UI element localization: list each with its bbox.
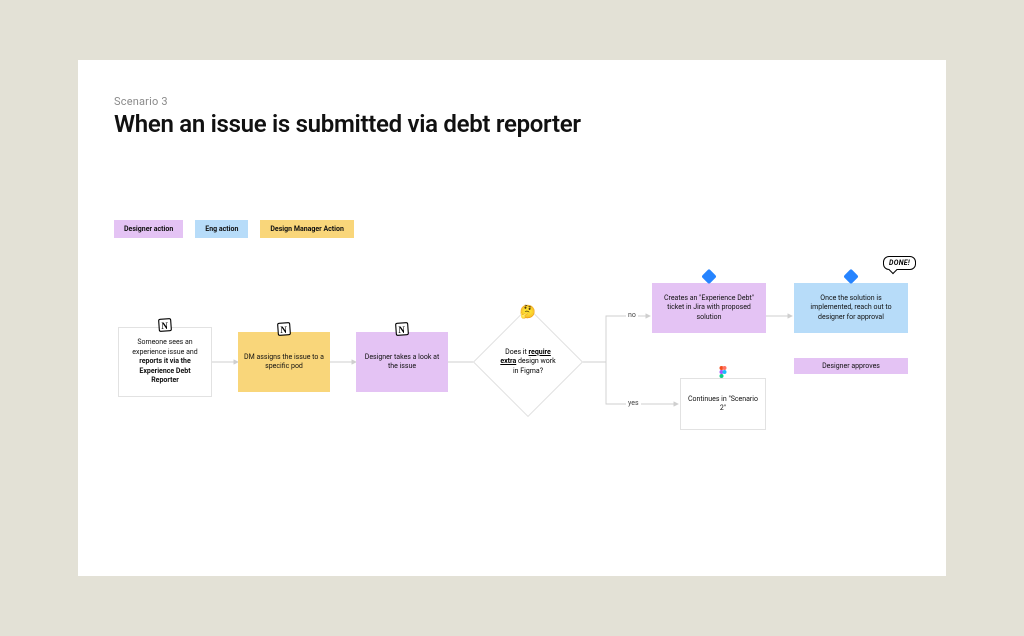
node-create-ticket: Creates an "Experience Debt" ticket in J…	[652, 283, 766, 333]
node-report-bold: reports it via the Experience Debt Repor…	[139, 357, 191, 384]
notion-icon: N	[395, 322, 409, 336]
edge-label-no: no	[626, 310, 638, 320]
jira-icon	[843, 269, 859, 285]
node-assign-text: DM assigns the issue to a specific pod	[244, 353, 324, 372]
svg-text:N: N	[161, 321, 168, 331]
figma-icon	[719, 366, 727, 380]
node-implemented-text: Once the solution is implemented, reach …	[800, 294, 902, 322]
edge-label-yes: yes	[626, 398, 641, 408]
node-report-pre: Someone sees an experience issue and	[132, 338, 197, 355]
thinking-emoji-icon: 🤔	[520, 305, 536, 320]
node-continue: Continues in "Scenario 2"	[680, 378, 766, 430]
node-decision: 🤔 Does it require extra design work in F…	[489, 323, 567, 401]
node-assign: N DM assigns the issue to a specific pod	[238, 332, 330, 392]
node-look: N Designer takes a look at the issue	[356, 332, 448, 392]
node-implemented: Once the solution is implemented, reach …	[794, 283, 908, 333]
jira-icon	[701, 269, 717, 285]
notion-icon: N	[158, 318, 172, 332]
decision-post: design work in Figma?	[513, 357, 556, 374]
node-look-text: Designer takes a look at the issue	[362, 353, 442, 372]
node-continue-text: Continues in "Scenario 2"	[687, 395, 759, 414]
flowchart: N Someone sees an experience issue and r…	[78, 60, 946, 576]
diagram-canvas: Scenario 3 When an issue is submitted vi…	[78, 60, 946, 576]
svg-text:N: N	[280, 325, 287, 335]
node-approve: Designer approves	[794, 358, 908, 374]
node-create-ticket-text: Creates an "Experience Debt" ticket in J…	[658, 294, 760, 322]
done-bubble: DONE!	[883, 256, 916, 270]
notion-icon: N	[277, 322, 291, 336]
node-report: N Someone sees an experience issue and r…	[118, 327, 212, 397]
svg-text:N: N	[398, 325, 405, 335]
decision-pre: Does it	[505, 348, 528, 356]
